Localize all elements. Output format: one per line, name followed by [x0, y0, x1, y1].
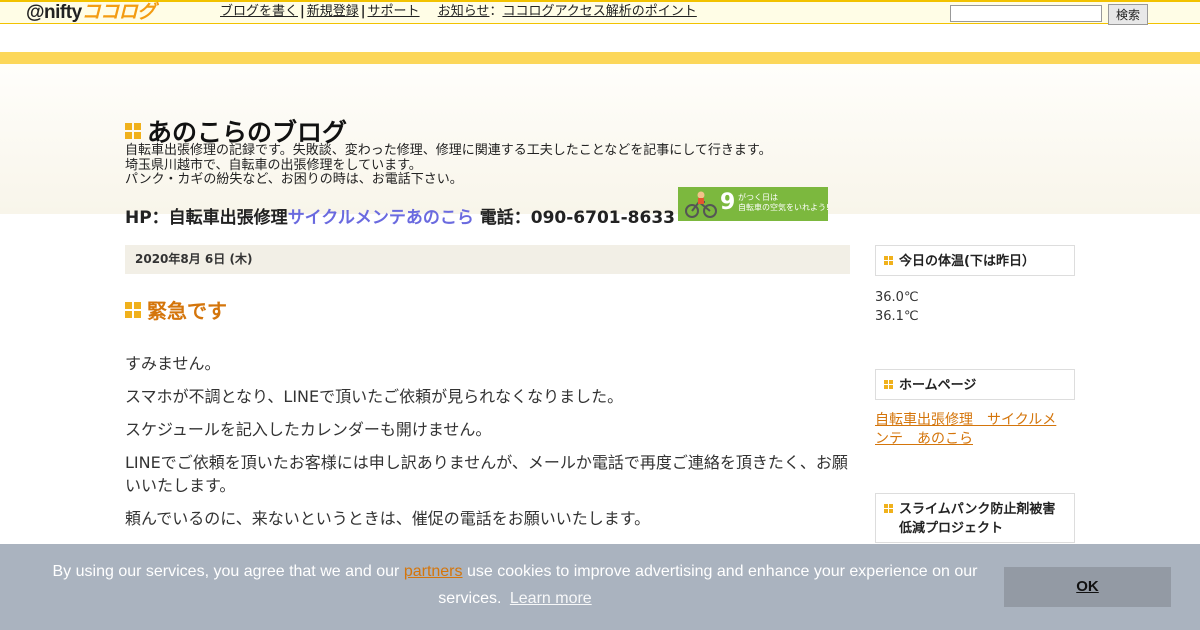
description-line: パンク・カギの紛失など、お困りの時は、お電話下さい。	[125, 172, 463, 187]
heading-squares-icon	[884, 380, 893, 389]
news-colon: ：	[489, 4, 503, 19]
learn-more-link[interactable]: Learn more	[510, 590, 592, 607]
blog-title-row: あのこらのブログ	[125, 113, 347, 147]
shop-link[interactable]: サイクルメンテあのこら	[288, 208, 474, 228]
sidebar-slime-heading: スライムパンク防止剤被害低減プロジェクト	[875, 493, 1075, 543]
cookie-ok-button[interactable]: OK	[1004, 567, 1171, 607]
post-paragraph: LINEでご依頼を頂いたお客様には申し訳ありませんが、メールか電話で再度ご連絡を…	[125, 453, 848, 495]
post-title-row: 緊急です	[125, 295, 227, 324]
post-title[interactable]: 緊急です	[147, 299, 227, 323]
temp-yesterday: 36.1℃	[875, 309, 919, 324]
top-nav: ブログを書く | 新規登録 | サポート お知らせ：ココログアクセス解析のポイント	[220, 3, 697, 21]
sidebar-homepage-heading: ホームページ	[875, 369, 1075, 400]
post-paragraph: スマホが不調となり、LINEで頂いたご依頼が見られなくなりました。	[125, 387, 624, 406]
title-squares-icon	[125, 123, 141, 139]
sidebar-temperature-heading: 今日の体温(下は昨日）	[875, 245, 1075, 276]
post-paragraph: スケジュールを記入したカレンダーも開けません。	[125, 420, 492, 439]
banner-number: 9	[720, 190, 736, 215]
signup-link[interactable]: 新規登録	[307, 4, 359, 19]
air-day-banner[interactable]: 9 がつく日は 自転車の空気をいれよう!	[678, 187, 828, 221]
heading-squares-icon	[884, 504, 893, 513]
phone-number: 電話：090-6701-8633	[479, 208, 675, 228]
post-paragraph: 頼んでいるのに、来ないというときは、催促の電話をお願いいたします。	[125, 509, 651, 528]
homepage-link[interactable]: 自転車出張修理 サイクルメンテ あのこら	[875, 411, 1070, 449]
description-line: 自転車出張修理の記録です。失敗談、変わった修理、修理に関連する工夫したことなどを…	[125, 143, 772, 158]
blog-description: 自転車出張修理の記録です。失敗談、変わった修理、修理に関連する工夫したことなどを…	[125, 143, 772, 188]
post-body: すみません。 スマホが不調となり、LINEで頂いたご依頼が見られなくなりました。…	[125, 352, 855, 540]
search-button[interactable]: 検索	[1108, 4, 1148, 25]
nifty-cocolog-logo[interactable]: @niftyココログ	[26, 2, 156, 24]
temp-today: 36.0℃	[875, 290, 919, 305]
hp-line: HP：自転車出張修理サイクルメンテあのこら 電話：090-6701-8633	[125, 203, 675, 228]
banner-text: がつく日は 自転車の空気をいれよう!	[738, 193, 828, 212]
temperature-values: 36.0℃ 36.1℃	[875, 288, 919, 326]
nav-separator: |	[360, 4, 366, 19]
partners-link[interactable]: partners	[404, 563, 463, 580]
write-blog-link[interactable]: ブログを書く	[220, 4, 298, 19]
support-link[interactable]: サポート	[368, 4, 420, 19]
description-line: 埼玉県川越市で、自転車の出張修理をしています。	[125, 157, 422, 173]
cookie-consent-bar: By using our services, you agree that we…	[0, 544, 1200, 630]
heading-squares-icon	[884, 256, 893, 265]
search-input[interactable]	[950, 5, 1102, 22]
news-link[interactable]: お知らせ	[438, 4, 490, 19]
news-item-link[interactable]: ココログアクセス解析のポイント	[502, 4, 696, 19]
cookie-message: By using our services, you agree that we…	[52, 563, 978, 607]
post-date: 2020年8月 6日 (木)	[125, 245, 850, 274]
cyclist-icon	[685, 191, 717, 218]
top-bar: @niftyココログ ブログを書く | 新規登録 | サポート お知らせ：ココログアクセ…	[0, 0, 1200, 25]
post-paragraph: すみません。	[125, 354, 221, 373]
header-stripe	[0, 52, 1200, 64]
nav-separator: |	[300, 4, 305, 19]
hp-prefix: HP：自転車出張修理	[125, 208, 288, 228]
post-squares-icon	[125, 301, 141, 318]
